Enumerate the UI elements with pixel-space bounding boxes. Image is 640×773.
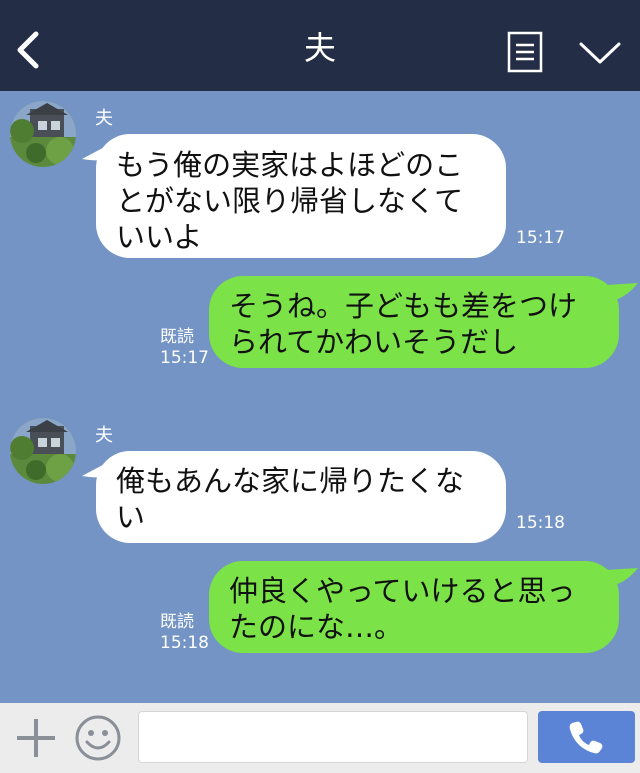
message-time: 15:18 (160, 633, 209, 653)
chat-title: 夫 (303, 29, 336, 67)
message-time: 15:18 (516, 513, 565, 533)
sender-name: 夫 (95, 425, 113, 446)
avatar[interactable] (10, 101, 76, 167)
message-line: たのにな…。 (229, 610, 404, 644)
avatar[interactable] (10, 418, 76, 484)
message-line: 仲良くやっていけると思っ (229, 574, 576, 608)
message-line: 俺もあんな家に帰りたくな (116, 464, 465, 498)
phone-icon (569, 721, 603, 754)
call-button[interactable] (538, 711, 635, 763)
message-bubble-incoming[interactable]: もう俺の実家はよほどのこ とがない限り帰省しなくて いいよ (96, 134, 506, 258)
smile-icon[interactable] (74, 714, 122, 762)
message-line: もう俺の実家はよほどのこ (116, 148, 464, 182)
message-list[interactable]: 夫 もう俺の実家はよほどのこ とがない限り帰省しなくて いいよ 15:17 既読… (0, 91, 640, 703)
message-time: 15:17 (160, 348, 209, 368)
message-bubble-outgoing[interactable]: 仲良くやっていけると思っ たのにな…。 (209, 561, 619, 653)
message-input[interactable] (138, 711, 528, 763)
message-line: られてかわいそうだし (229, 325, 519, 359)
message-line: い (116, 500, 146, 534)
read-receipt: 既読 (160, 327, 194, 347)
read-receipt: 既読 (160, 612, 194, 632)
bubble-tail (606, 568, 638, 586)
bubble-tail (606, 283, 638, 301)
list-icon[interactable] (507, 31, 543, 73)
message-line: いいよ (116, 220, 203, 254)
message-line: そうね。子どもも差をつけ (229, 289, 578, 323)
message-time: 15:17 (516, 228, 565, 248)
chevron-down-icon[interactable] (578, 38, 622, 68)
message-bubble-outgoing[interactable]: そうね。子どもも差をつけ られてかわいそうだし (209, 276, 619, 368)
chat-header: 夫 (0, 0, 640, 91)
sender-name: 夫 (95, 108, 113, 129)
plus-icon[interactable] (14, 716, 58, 760)
message-line: とがない限り帰省しなくて (116, 184, 464, 218)
message-bubble-incoming[interactable]: 俺もあんな家に帰りたくな い (96, 451, 506, 543)
